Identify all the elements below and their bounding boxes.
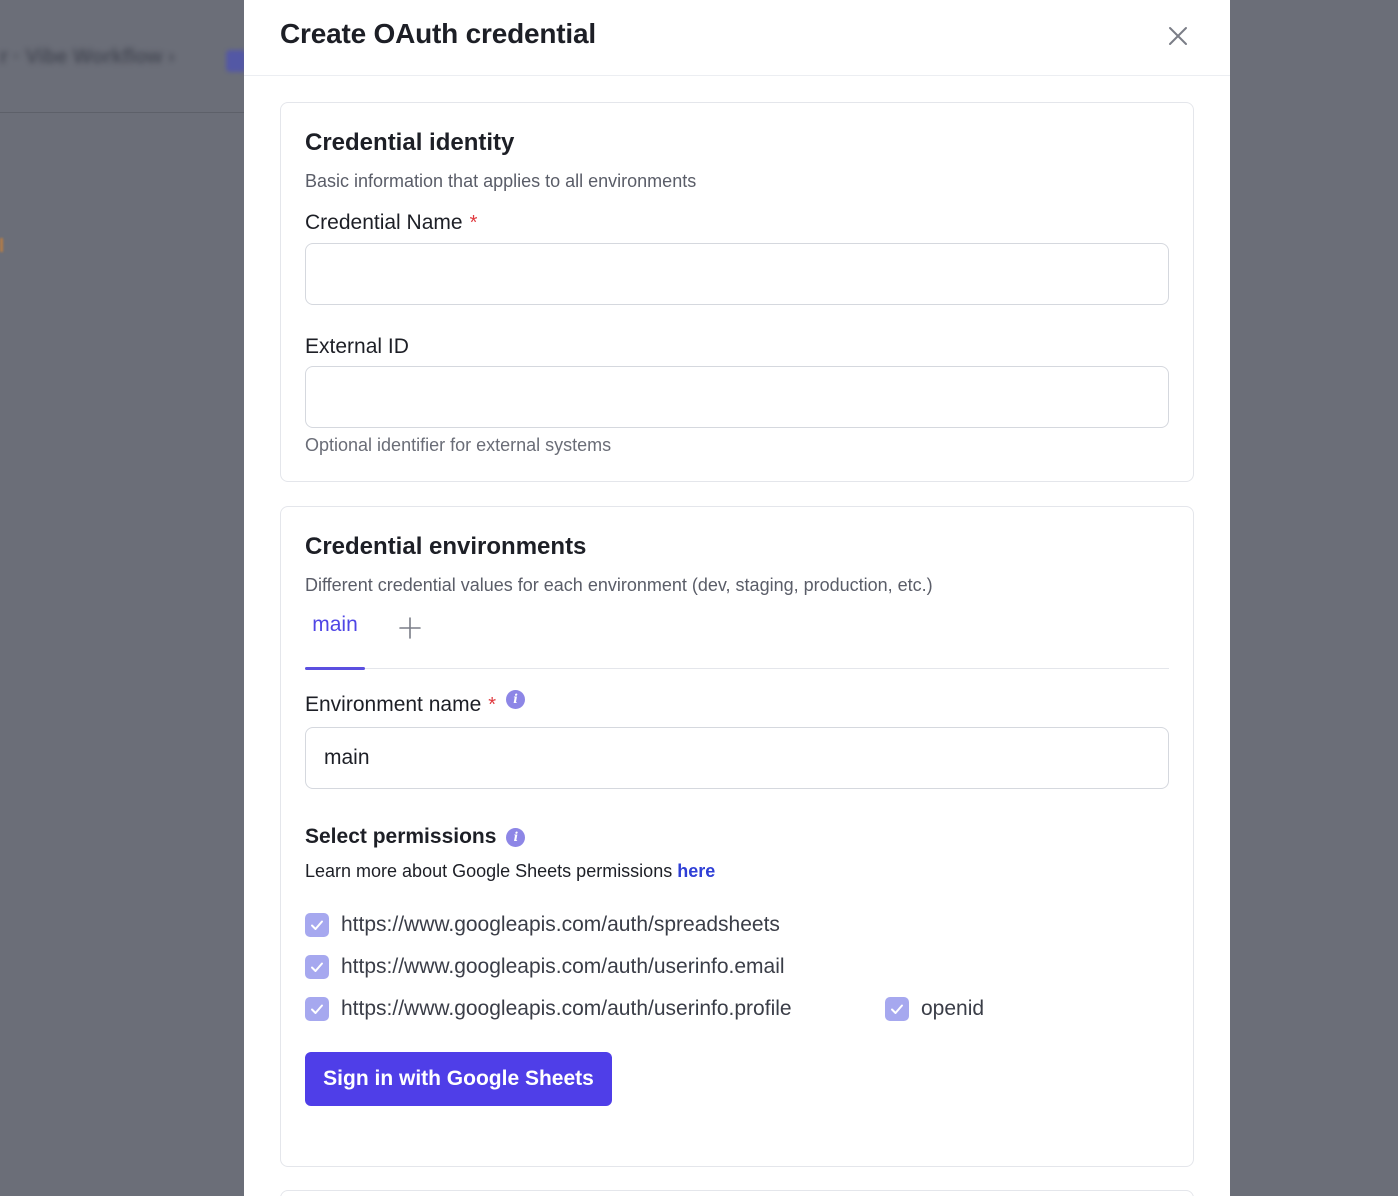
permissions-learn-text: Learn more about Google Sheets permissio…: [305, 861, 678, 881]
select-permissions-title-text: Select permissions: [305, 825, 497, 848]
scope-label: https://www.googleapis.com/auth/userinfo…: [341, 955, 785, 978]
required-asterisk: *: [488, 693, 497, 716]
plus-icon: [399, 617, 421, 639]
environment-tabs: main: [305, 607, 1169, 670]
background-accent: [0, 238, 3, 252]
tab-main[interactable]: main: [305, 607, 365, 670]
scope-userinfo-profile[interactable]: https://www.googleapis.com/auth/userinfo…: [305, 997, 792, 1021]
scope-userinfo-email[interactable]: https://www.googleapis.com/auth/userinfo…: [305, 955, 785, 979]
credential-environments-card: Credential environments Different creden…: [280, 506, 1194, 1167]
create-oauth-credential-modal: Create OAuth credential Credential ident…: [244, 0, 1230, 1196]
environment-name-label-text: Environment name: [305, 693, 482, 716]
background-divider: [0, 112, 244, 113]
scope-label: openid: [921, 997, 985, 1020]
credential-environments-title: Credential environments: [305, 533, 587, 560]
credential-name-input[interactable]: [305, 243, 1169, 305]
modal-title: Create OAuth credential: [280, 18, 596, 49]
credential-identity-title: Credential identity: [305, 129, 515, 156]
scope-label: https://www.googleapis.com/auth/userinfo…: [341, 997, 792, 1020]
close-icon: [1169, 27, 1187, 45]
credential-name-label: Credential Name *: [305, 211, 477, 235]
scope-checkbox[interactable]: [885, 997, 909, 1021]
external-id-hint: Optional identifier for external systems: [305, 435, 612, 455]
permissions-learn-more: Learn more about Google Sheets permissio…: [305, 861, 715, 882]
check-icon: [311, 1004, 323, 1014]
check-icon: [891, 1004, 903, 1014]
scope-spreadsheets[interactable]: https://www.googleapis.com/auth/spreadsh…: [305, 913, 780, 937]
credential-identity-card: Credential identity Basic information th…: [280, 102, 1194, 482]
background-chip: [226, 50, 246, 72]
info-icon[interactable]: i: [506, 827, 526, 847]
scope-label: https://www.googleapis.com/auth/spreadsh…: [341, 913, 780, 936]
info-icon[interactable]: i: [506, 689, 526, 709]
scope-checkbox[interactable]: [305, 997, 329, 1021]
environment-name-input[interactable]: [305, 727, 1169, 789]
environment-name-label: Environment name * i: [305, 689, 526, 717]
credential-name-label-text: Credential Name: [305, 211, 463, 234]
external-id-label: External ID: [305, 335, 409, 358]
scope-checkbox[interactable]: [305, 955, 329, 979]
credential-environments-subtitle: Different credential values for each env…: [305, 575, 933, 595]
credential-identity-subtitle: Basic information that applies to all en…: [305, 171, 697, 191]
scope-checkbox[interactable]: [305, 913, 329, 937]
check-icon: [311, 962, 323, 972]
required-asterisk: *: [469, 211, 478, 234]
close-button[interactable]: [1166, 24, 1190, 48]
next-section-card: [280, 1190, 1194, 1196]
external-id-input[interactable]: [305, 366, 1169, 428]
check-icon: [311, 920, 323, 930]
modal-header: Create OAuth credential: [244, 0, 1230, 76]
sign-in-google-sheets-button[interactable]: Sign in with Google Sheets: [305, 1052, 612, 1106]
scope-openid[interactable]: openid: [885, 997, 984, 1021]
permissions-here-link[interactable]: here: [677, 861, 715, 881]
select-permissions-title: Select permissions i: [305, 825, 526, 849]
add-environment-button[interactable]: [397, 615, 423, 641]
background-breadcrumb: r · Vibe Workflow ›: [0, 46, 175, 68]
